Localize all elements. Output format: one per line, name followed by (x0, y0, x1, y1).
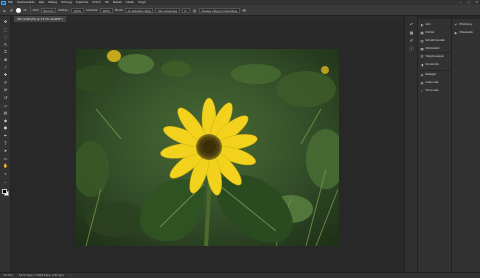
divider (30, 7, 31, 13)
panel-tab-patterns[interactable]: ▩ Mintázatok (420, 46, 440, 51)
angle-field[interactable]: 0° (181, 7, 190, 13)
paths-icon: ⌁ (421, 88, 423, 93)
history-icon[interactable]: ↶ (408, 22, 415, 28)
brush-icon[interactable]: ✐ (2, 80, 9, 86)
opacity-label: Átlátsz.: (58, 8, 70, 12)
flow-field[interactable]: 100% (99, 7, 113, 13)
layers-icon: ◈ (420, 72, 424, 77)
history-icon: ↶ (454, 22, 458, 27)
foreground-color-swatch[interactable] (2, 189, 7, 194)
sample-label: Minta: (114, 8, 124, 12)
panel-tab-gradients[interactable]: ▥ Színátmenetek (420, 38, 445, 43)
panel-tab-label: Tulajdonságok (425, 55, 444, 58)
history-brush-icon[interactable]: ↺ (2, 95, 9, 101)
panel-header (418, 16, 451, 19)
lasso-icon[interactable]: ◌ (2, 34, 9, 40)
mode-select[interactable]: Normál (40, 7, 57, 13)
brush-preview-icon[interactable] (16, 7, 21, 13)
sunflower-photo (76, 49, 339, 246)
crop-icon[interactable]: ⌗ (2, 49, 9, 55)
panel-tab-label: Rétegek (425, 73, 437, 76)
panel-tab-label: Műveletek (459, 31, 473, 34)
properties-icon: ☰ (420, 54, 424, 59)
quick-select-icon[interactable]: ✎ (2, 42, 9, 48)
panel-tab-label: Útvonalak (425, 89, 439, 92)
panel-tab-label: Szín (425, 23, 431, 26)
panel-tab-history[interactable]: ↶ Előzmény (454, 22, 472, 27)
panel-tab-swatches[interactable]: ▦ Minták (420, 30, 434, 35)
panel-tab-label: Színátmenetek (425, 39, 445, 42)
move-icon[interactable]: ✥ (2, 19, 9, 25)
healing-icon[interactable]: ✚ (2, 72, 9, 78)
brush-settings-icon[interactable]: ✐ (408, 38, 415, 44)
sample-select[interactable]: Az aktuális réteg (124, 7, 154, 13)
panels-column: ◐ Szín ▦ Minták ▥ Színátmenetek ▩ Mintázatok ☰ Tu… (417, 16, 451, 272)
patterns-icon: ▩ (420, 46, 424, 51)
photoshop-logo[interactable]: Ps (1, 0, 6, 5)
adjustments-icon: ◑ (420, 62, 424, 67)
blur-icon[interactable]: ◆ (2, 118, 9, 124)
more-tools-icon[interactable]: … (2, 179, 9, 185)
eraser-icon[interactable]: ▱ (2, 103, 9, 109)
panel-tab-label: Korrekciók (425, 63, 440, 66)
all-layers-checkbox[interactable]: Összes réteg mintavétele (198, 7, 240, 13)
status-arrow-icon[interactable]: › (70, 274, 71, 277)
info-icon[interactable]: ⓘ (408, 46, 415, 52)
home-icon[interactable]: ⌂ (2, 8, 7, 13)
pressure-icon[interactable]: ◎ (192, 8, 197, 13)
gradient-icon[interactable]: ▤ (2, 110, 9, 116)
eyedropper-icon[interactable]: ⁄ (2, 65, 9, 71)
zoom-icon[interactable]: ⌕ (2, 171, 9, 177)
opacity-field[interactable]: 100% (70, 7, 84, 13)
document-image[interactable] (76, 49, 339, 246)
panel-tab-label: Előzmény (459, 23, 473, 26)
options-bar: ⌂ ✐ 40 Mód: Normál Átlátsz.: 100% Áramlá… (0, 5, 480, 16)
panel-tab-label: Csatornák (425, 81, 439, 84)
panel-header (452, 16, 480, 19)
panel-tab-layers[interactable]: ◈ Rétegek (420, 72, 436, 77)
frame-icon[interactable]: ⊠ (2, 57, 9, 63)
panels-column-right: ↶ Előzmény ▶ Műveletek (451, 16, 480, 272)
flow-label: Áramlás: (85, 8, 99, 12)
stamp-icon[interactable]: ⛁ (2, 87, 9, 93)
tool-preset-icon[interactable]: ✐ (9, 8, 14, 13)
document-info[interactable]: 5472 képp. x 3648 képp. (240 ppi) (19, 274, 64, 277)
gradients-icon: ▥ (420, 38, 424, 43)
panel-tab-properties[interactable]: ☰ Tulajdonságok (420, 54, 444, 59)
panel-tab-color[interactable]: ◐ Szín (420, 22, 431, 27)
panel-tab-actions[interactable]: ▶ Műveletek (454, 30, 473, 35)
panel-divider (419, 52, 451, 53)
panel-tab-label: Minták (425, 31, 435, 34)
hand-icon[interactable]: ✋ (2, 163, 9, 169)
panel-tab-channels[interactable]: ◍ Csatornák (420, 80, 439, 85)
shape-icon[interactable]: ▭ (2, 156, 9, 162)
path-select-icon[interactable]: ➤ (2, 148, 9, 154)
type-icon[interactable]: T (2, 141, 9, 147)
panel-divider (419, 70, 451, 71)
tools-panel: ✥ ⬚ ◌ ✎ ⌗ ⊠ ⁄ ✚ ✐ ⛁ ↺ ▱ ▤ ◆ ● ✒ T ➤ ▭ ✋ ⌕ … (0, 16, 11, 272)
panel-tab-paths[interactable]: ⌁ Útvonalak (420, 88, 439, 93)
panel-tab-label: Mintázatok (425, 47, 440, 50)
symmetry-icon[interactable]: ✣ (242, 8, 247, 13)
dodge-icon[interactable]: ● (2, 125, 9, 131)
zoom-level[interactable]: 33,33% (3, 274, 13, 277)
marquee-icon[interactable]: ⬚ (2, 27, 9, 33)
brush-size-value[interactable]: 40 (23, 8, 27, 12)
swatches-icon[interactable]: ▦ (408, 30, 415, 36)
color-icon: ◐ (420, 22, 424, 27)
collapsed-panel-strip: ↶ ▦ ✐ ⓘ (404, 16, 417, 272)
panel-tab-adjustments[interactable]: ◑ Korrekciók (420, 62, 439, 67)
diffusion-select[interactable]: Szín keverése (155, 7, 180, 13)
mode-label: Mód: (32, 8, 40, 12)
pen-icon[interactable]: ✒ (2, 133, 9, 139)
actions-icon: ▶ (454, 30, 458, 35)
status-bar: 33,33% 5472 képp. x 3648 képp. (240 ppi)… (0, 272, 480, 278)
swatches-icon: ▦ (420, 30, 424, 35)
channels-icon: ◍ (420, 80, 424, 85)
